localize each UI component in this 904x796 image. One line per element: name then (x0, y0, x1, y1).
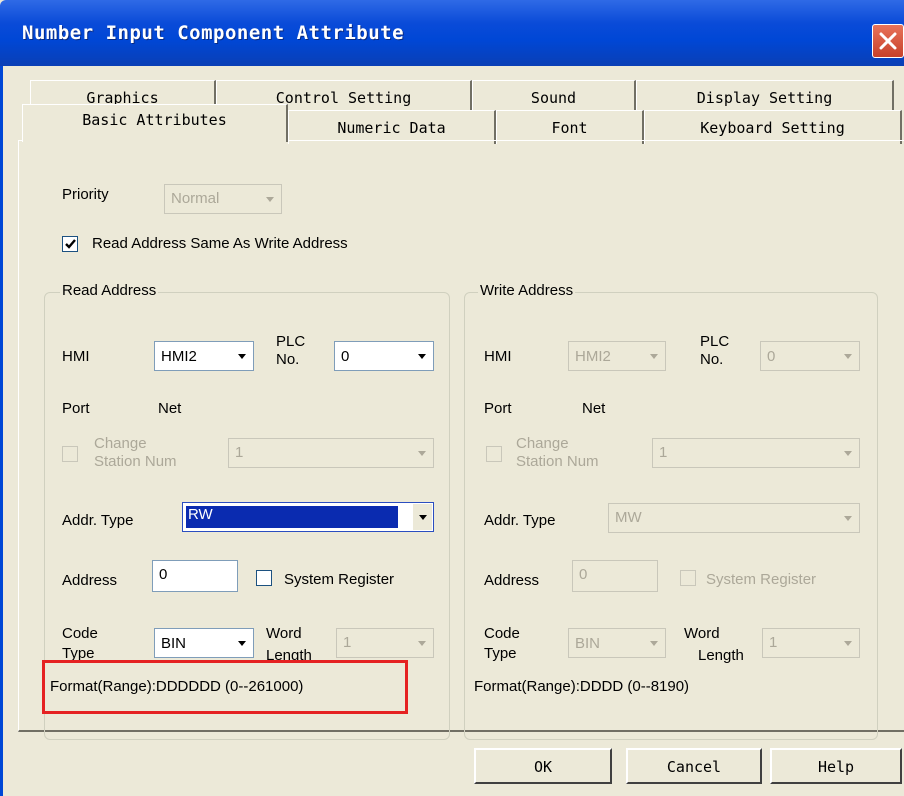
write-code-type-label-line1: Code (484, 625, 520, 642)
read-plc-label-line1: PLC (276, 333, 306, 350)
read-address-label: Address (62, 572, 118, 589)
tab-font[interactable]: Font (496, 110, 644, 144)
chevron-down-icon (644, 343, 664, 369)
chevron-down-icon (644, 630, 664, 656)
write-change-station-label-line2: Station Num (516, 453, 599, 470)
tab-sound[interactable]: Sound (472, 80, 636, 114)
write-addr-type-value: MW (615, 509, 642, 526)
read-word-length-label-line1: Word (266, 625, 302, 642)
read-word-length-select[interactable]: 1 (336, 628, 434, 658)
read-plc-label-line2: No. (276, 351, 300, 368)
chevron-down-icon (838, 343, 858, 369)
read-station-select[interactable]: 1 (228, 438, 434, 468)
write-station-select[interactable]: 1 (652, 438, 860, 468)
read-plc-value: 0 (341, 348, 350, 365)
chevron-down-icon (838, 505, 858, 531)
help-button[interactable]: Help (770, 748, 902, 784)
write-address-input[interactable]: 0 (572, 560, 658, 592)
read-port-value: Net (158, 400, 182, 417)
write-addr-type-label: Addr. Type (484, 512, 556, 529)
read-code-type-value: BIN (161, 635, 187, 652)
read-addr-type-label: Addr. Type (62, 512, 134, 529)
read-address-title: Read Address (60, 282, 159, 299)
tab-strip: Graphics Control Setting Sound Display S… (0, 66, 904, 144)
write-port-label: Port (484, 400, 512, 417)
tab-keyboard-setting[interactable]: Keyboard Setting (644, 110, 902, 144)
tab-numeric-data[interactable]: Numeric Data (288, 110, 496, 144)
write-code-type-value: BIN (575, 635, 601, 652)
write-word-length-label-line2: Length (698, 647, 744, 664)
chevron-down-icon (412, 343, 432, 369)
checkmark-icon (65, 239, 76, 249)
write-code-type-label-line2: Type (484, 645, 517, 662)
read-station-value: 1 (235, 444, 244, 461)
write-format-range: Format(Range):DDDD (0--8190) (474, 678, 690, 695)
write-hmi-select[interactable]: HMI2 (568, 341, 666, 371)
chevron-down-icon (838, 440, 858, 466)
write-hmi-value: HMI2 (575, 348, 611, 365)
write-address-label: Address (484, 572, 540, 589)
window-frame (0, 66, 3, 796)
write-plc-select[interactable]: 0 (760, 341, 860, 371)
read-system-register-checkbox[interactable] (256, 570, 272, 586)
write-change-station-checkbox[interactable] (486, 446, 502, 462)
read-change-station-checkbox[interactable] (62, 446, 78, 462)
title-bar[interactable]: Number Input Component Attribute (0, 0, 904, 66)
chevron-down-icon (412, 504, 432, 530)
write-code-type-select[interactable]: BIN (568, 628, 666, 658)
read-plc-select[interactable]: 0 (334, 341, 434, 371)
priority-select[interactable]: Normal (164, 184, 282, 214)
read-word-length-value: 1 (343, 634, 352, 651)
read-hmi-label: HMI (62, 348, 90, 365)
read-address-value: 0 (159, 566, 168, 583)
read-addr-type-value: RW (185, 505, 399, 529)
write-word-length-select[interactable]: 1 (762, 628, 860, 658)
chevron-down-icon (260, 186, 280, 212)
priority-label: Priority (62, 186, 109, 203)
read-code-type-select[interactable]: BIN (154, 628, 254, 658)
write-word-length-value: 1 (769, 634, 778, 651)
read-change-station-label-line2: Station Num (94, 453, 177, 470)
window-title: Number Input Component Attribute (22, 22, 405, 44)
write-system-register-checkbox[interactable] (680, 570, 696, 586)
write-station-value: 1 (659, 444, 668, 461)
read-system-register-label: System Register (284, 571, 395, 588)
write-hmi-label: HMI (484, 348, 512, 365)
chevron-down-icon (838, 630, 858, 656)
tab-basic-attributes[interactable]: Basic Attributes (22, 104, 288, 142)
chevron-down-icon (232, 630, 252, 656)
chevron-down-icon (412, 440, 432, 466)
tab-display-setting[interactable]: Display Setting (636, 80, 894, 114)
write-plc-label-line2: No. (700, 351, 724, 368)
read-port-label: Port (62, 400, 90, 417)
write-system-register-label: System Register (706, 571, 817, 588)
read-hmi-value: HMI2 (161, 348, 197, 365)
write-address-value: 0 (579, 566, 588, 583)
ok-button[interactable]: OK (474, 748, 612, 784)
cancel-button[interactable]: Cancel (626, 748, 762, 784)
write-port-value: Net (582, 400, 606, 417)
same-address-checkbox[interactable] (62, 236, 78, 252)
write-plc-value: 0 (767, 348, 776, 365)
write-address-title: Write Address (478, 282, 576, 299)
write-word-length-label-line1: Word (684, 625, 720, 642)
read-code-type-label-line1: Code (62, 625, 98, 642)
read-addr-type-select[interactable]: RW (182, 502, 434, 532)
read-change-station-label-line1: Change (94, 435, 147, 452)
read-address-input[interactable]: 0 (152, 560, 238, 592)
dialog-window: Number Input Component Attribute Graphic… (0, 0, 904, 796)
priority-value: Normal (171, 190, 220, 207)
same-address-label: Read Address Same As Write Address (92, 235, 348, 252)
write-change-station-label-line1: Change (516, 435, 569, 452)
write-plc-label-line1: PLC (700, 333, 730, 350)
close-icon (879, 32, 897, 50)
close-button[interactable] (872, 24, 904, 58)
write-addr-type-select[interactable]: MW (608, 503, 860, 533)
read-hmi-select[interactable]: HMI2 (154, 341, 254, 371)
highlight-box (42, 660, 408, 714)
chevron-down-icon (412, 630, 432, 656)
chevron-down-icon (232, 343, 252, 369)
